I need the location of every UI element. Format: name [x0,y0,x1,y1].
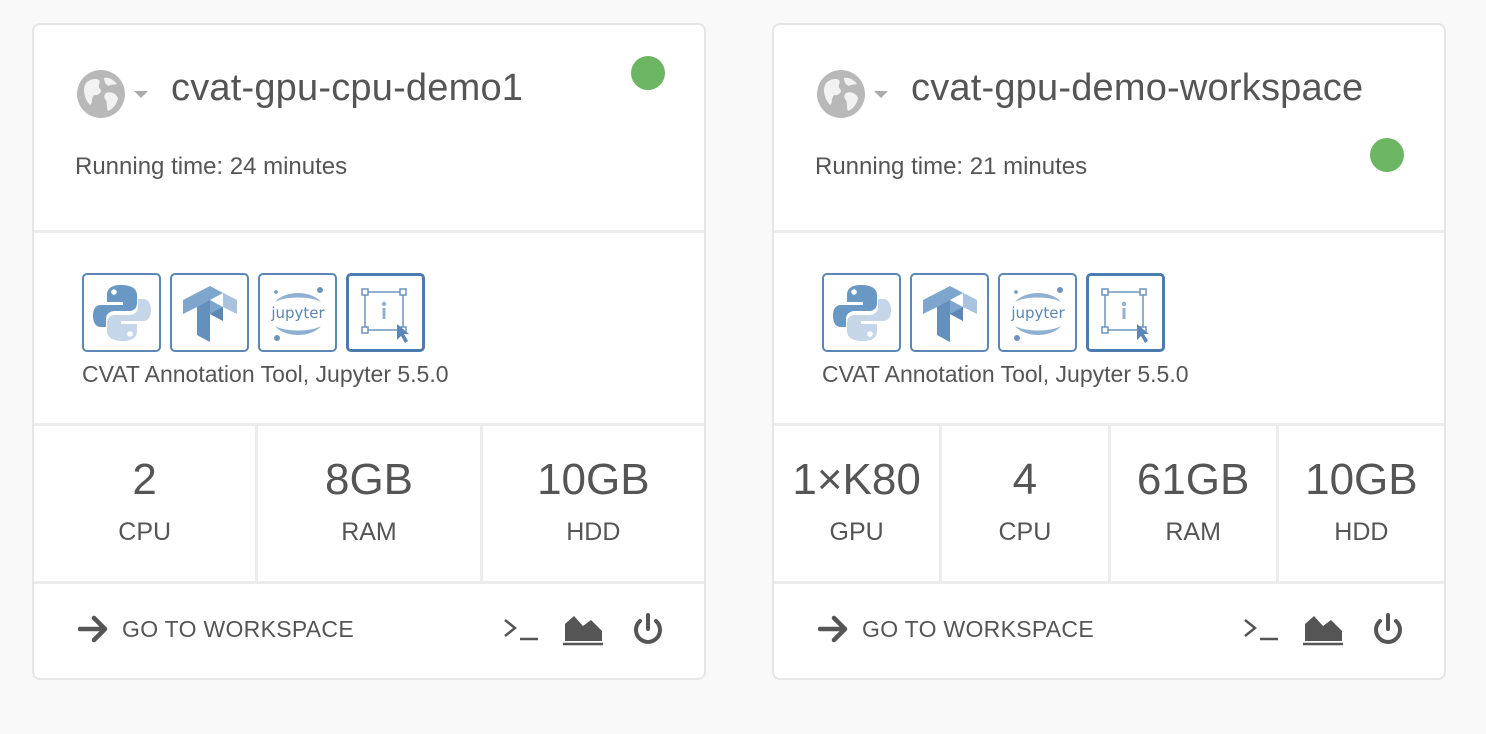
metrics-icon[interactable] [562,612,604,646]
resources-section: 1×K80 GPU 4 CPU 61GB RAM 10GB HDD [774,426,1444,584]
apps-caption: CVAT Annotation Tool, Jupyter 5.5.0 [82,361,449,387]
go-to-workspace-label: GO TO WORKSPACE [122,615,354,642]
chevron-down-icon [134,90,148,98]
apps-section: jupyter CVAT Annotation Tool, Jupyter 5.… [34,233,704,426]
jupyter-icon[interactable]: jupyter [998,273,1077,352]
python-icon[interactable] [822,273,901,352]
resource-value: 4 [1012,455,1038,504]
resource-gpu: 1×K80 GPU [774,426,943,581]
globe-icon [817,70,865,118]
go-to-workspace-label: GO TO WORKSPACE [862,615,1094,642]
metrics-icon[interactable] [1302,612,1344,646]
running-time: Running time: 21 minutes [815,153,1088,180]
visibility-dropdown[interactable] [816,69,888,119]
resource-label: RAM [341,518,397,546]
cvat-icon[interactable] [1086,273,1165,352]
resource-label: GPU [829,518,884,546]
resource-label: CPU [118,518,172,546]
actions-section: GO TO WORKSPACE [774,584,1444,678]
python-icon[interactable] [82,273,161,352]
workspace-name[interactable]: cvat-gpu-demo-workspace [911,67,1363,110]
app-icon-list: jupyter [822,273,1165,352]
visibility-dropdown[interactable] [76,69,148,119]
resource-label: HDD [566,518,621,546]
arrow-right-icon [78,615,108,643]
resource-hdd: 10GB HDD [1279,426,1444,581]
power-icon[interactable] [630,612,666,648]
chevron-down-icon [874,90,888,98]
resource-label: HDD [1334,518,1389,546]
workspace-card: cvat-gpu-demo-workspace Running time: 21… [772,23,1446,680]
card-header: cvat-gpu-cpu-demo1 Running time: 24 minu… [34,25,704,233]
cvat-icon[interactable] [346,273,425,352]
go-to-workspace-button[interactable]: GO TO WORKSPACE [78,614,354,644]
terminal-icon[interactable] [1242,612,1280,646]
go-to-workspace-button[interactable]: GO TO WORKSPACE [818,614,1094,644]
jupyter-icon[interactable]: jupyter [258,273,337,352]
workspace-card: cvat-gpu-cpu-demo1 Running time: 24 minu… [32,23,706,680]
resource-value: 61GB [1136,455,1250,504]
globe-icon [77,70,125,118]
resource-ram: 8GB RAM [258,426,483,581]
resource-label: CPU [998,518,1052,546]
apps-section: jupyter CVAT Annotation Tool, Jupyter 5.… [774,233,1444,426]
svg-text:jupyter: jupyter [270,304,325,322]
app-icon-list: jupyter [82,273,425,352]
card-header: cvat-gpu-demo-workspace Running time: 21… [774,25,1444,233]
resources-section: 2 CPU 8GB RAM 10GB HDD [34,426,704,584]
tensorflow-icon[interactable] [910,273,989,352]
resource-cpu: 4 CPU [942,426,1111,581]
resource-hdd: 10GB HDD [483,426,704,581]
power-icon[interactable] [1370,612,1406,648]
resource-value: 10GB [537,455,650,504]
resource-label: RAM [1165,518,1221,546]
terminal-icon[interactable] [502,612,540,646]
resource-value: 8GB [324,455,414,504]
running-time: Running time: 24 minutes [75,153,348,180]
status-indicator [631,56,665,90]
resource-value: 1×K80 [792,455,921,504]
actions-section: GO TO WORKSPACE [34,584,704,678]
resource-value: 2 [132,455,157,504]
tensorflow-icon[interactable] [170,273,249,352]
resource-cpu: 2 CPU [34,426,259,581]
workspace-name[interactable]: cvat-gpu-cpu-demo1 [171,67,523,110]
status-indicator [1370,138,1404,172]
arrow-right-icon [818,615,848,643]
resource-ram: 61GB RAM [1111,426,1279,581]
svg-text:jupyter: jupyter [1010,304,1065,322]
apps-caption: CVAT Annotation Tool, Jupyter 5.5.0 [822,361,1189,387]
resource-value: 10GB [1305,455,1418,504]
